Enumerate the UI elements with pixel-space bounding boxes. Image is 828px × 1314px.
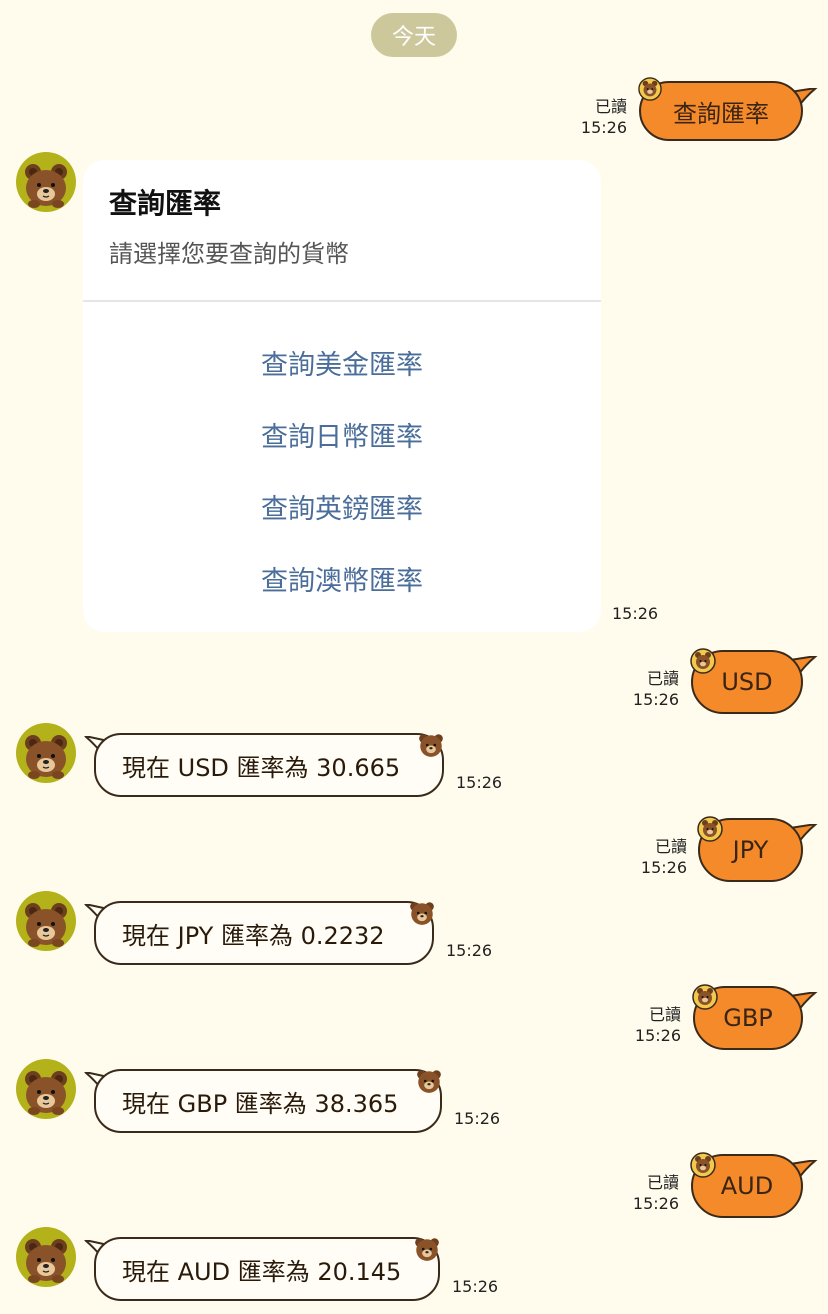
read-receipt: 已讀	[646, 669, 679, 688]
message-text: GBP	[723, 1004, 773, 1032]
read-receipt: 已讀	[594, 97, 627, 116]
message-time: 15:26	[634, 1026, 681, 1045]
read-receipt: 已讀	[648, 1005, 681, 1024]
read-receipt: 已讀	[646, 1173, 679, 1192]
brown-bear-avatar-icon	[16, 152, 76, 212]
card-title: 查詢匯率	[109, 187, 222, 220]
message-text: AUD	[720, 1172, 774, 1200]
template-card: 查詢匯率 請選擇您要查詢的貨幣 查詢美金匯率 查詢日幣匯率 查詢英鎊匯率 查詢澳…	[83, 160, 601, 632]
brown-bear-avatar-icon	[16, 1227, 76, 1287]
sticker-badge-icon	[638, 77, 662, 101]
bot-avatar[interactable]	[16, 891, 76, 951]
message-text: 現在 AUD 匯率為 20.145	[122, 1257, 402, 1286]
sticker-badge-icon	[690, 1152, 716, 1178]
message-text: JPY	[732, 836, 769, 864]
message-time: 15:26	[632, 690, 679, 709]
message-text: 現在 USD 匯率為 30.665	[122, 753, 401, 782]
action-jpy-button[interactable]: 查詢日幣匯率	[83, 404, 601, 464]
message-time: 15:26	[456, 773, 503, 792]
brown-bear-sticker-icon	[415, 1067, 443, 1095]
date-separator: 今天	[371, 13, 457, 57]
action-gbp-button[interactable]: 查詢英鎊匯率	[83, 476, 601, 536]
user-message-bubble[interactable]: 查詢匯率	[639, 81, 803, 141]
bot-message-bubble[interactable]: 現在 AUD 匯率為 20.145	[94, 1237, 440, 1301]
brown-bear-sticker-icon	[417, 731, 445, 759]
brown-bear-avatar-icon	[16, 723, 76, 783]
bot-avatar[interactable]	[16, 152, 76, 212]
message-time: 15:26	[452, 1277, 499, 1296]
card-subtitle: 請選擇您要查詢的貨幣	[109, 240, 349, 268]
bot-message-bubble[interactable]: 現在 GBP 匯率為 38.365	[94, 1069, 442, 1133]
message-time: 15:26	[612, 604, 659, 623]
sticker-badge-icon	[692, 984, 718, 1010]
message-meta: 已讀 15:26	[633, 1172, 679, 1214]
message-text: USD	[721, 668, 773, 696]
message-time: 15:26	[454, 1109, 501, 1128]
message-time: 15:26	[446, 941, 493, 960]
message-meta: 已讀 15:26	[635, 1004, 681, 1046]
bot-message-bubble[interactable]: 現在 JPY 匯率為 0.2232	[94, 901, 434, 965]
bot-avatar[interactable]	[16, 723, 76, 783]
bot-avatar[interactable]	[16, 1227, 76, 1287]
message-text: 現在 GBP 匯率為 38.365	[122, 1089, 399, 1118]
brown-bear-avatar-icon	[16, 1059, 76, 1119]
message-time: 15:26	[632, 1194, 679, 1213]
bot-avatar[interactable]	[16, 1059, 76, 1119]
message-text: 查詢匯率	[673, 99, 769, 128]
read-receipt: 已讀	[654, 837, 687, 856]
message-text: 現在 JPY 匯率為 0.2232	[122, 921, 385, 950]
sticker-badge-icon	[697, 816, 723, 842]
brown-bear-sticker-icon	[408, 899, 436, 927]
message-meta: 已讀 15:26	[641, 836, 687, 878]
bot-message-bubble[interactable]: 現在 USD 匯率為 30.665	[94, 733, 444, 797]
action-usd-button[interactable]: 查詢美金匯率	[83, 332, 601, 392]
action-aud-button[interactable]: 查詢澳幣匯率	[83, 548, 601, 608]
message-time: 15:26	[580, 118, 627, 137]
sticker-badge-icon	[690, 648, 716, 674]
message-meta: 已讀 15:26	[581, 96, 627, 138]
brown-bear-sticker-icon	[413, 1235, 441, 1263]
message-meta: 已讀 15:26	[633, 668, 679, 710]
card-divider	[83, 300, 601, 302]
brown-bear-avatar-icon	[16, 891, 76, 951]
message-time: 15:26	[640, 858, 687, 877]
